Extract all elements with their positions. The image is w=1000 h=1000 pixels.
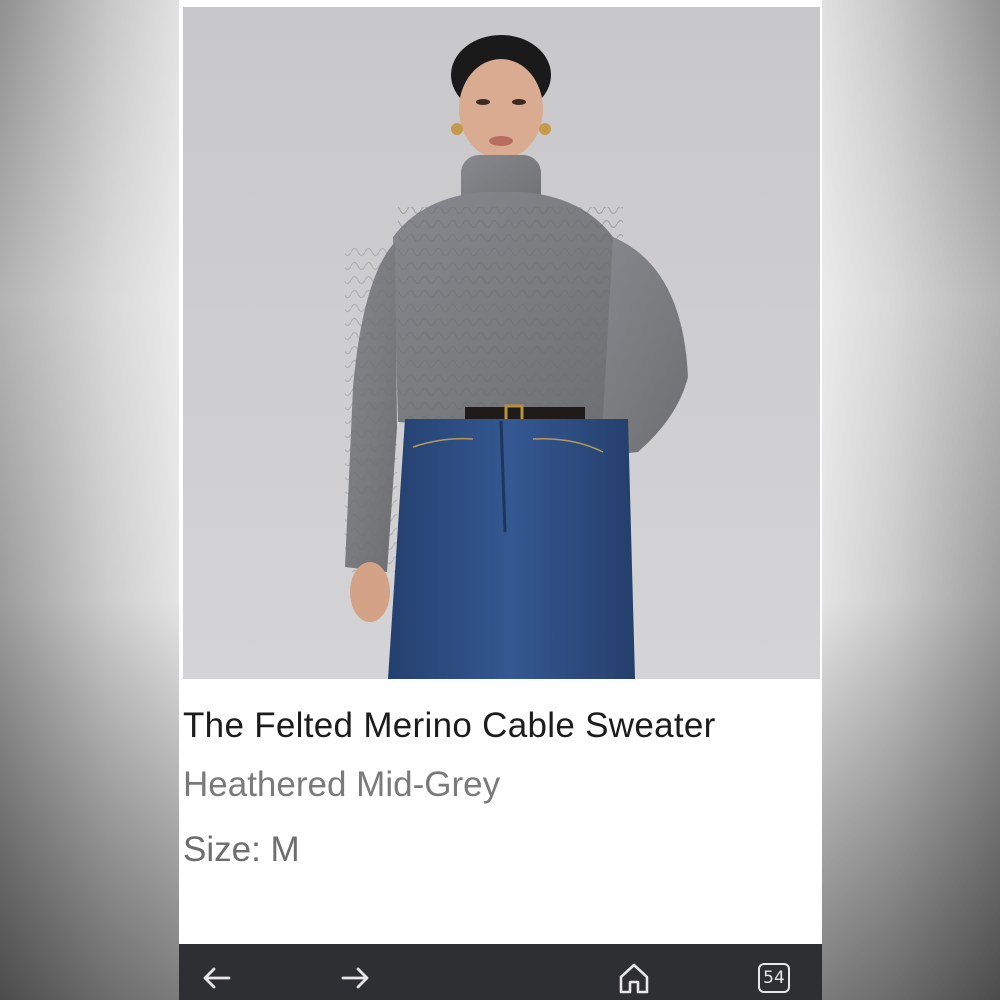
forward-button[interactable]: [331, 958, 381, 998]
product-color: Heathered Mid-Grey: [183, 765, 501, 804]
home-button[interactable]: [609, 958, 659, 998]
home-icon: [619, 963, 649, 994]
model-photo: [183, 7, 820, 679]
phone-screen: The Felted Merino Cable Sweater Heathere…: [179, 0, 822, 1000]
product-image[interactable]: [183, 7, 820, 679]
blurred-backdrop-right: [820, 0, 1000, 1000]
product-size: Size: M: [183, 830, 300, 869]
blurred-backdrop-left: [0, 0, 180, 1000]
arrow-right-icon: [341, 967, 369, 989]
product-title: The Felted Merino Cable Sweater: [183, 706, 716, 745]
tabs-button[interactable]: 54: [749, 958, 799, 998]
back-button[interactable]: [191, 958, 241, 998]
browser-bottom-bar: 54: [179, 944, 822, 1000]
arrow-left-icon: [203, 967, 231, 989]
tab-count-badge: 54: [758, 963, 790, 993]
